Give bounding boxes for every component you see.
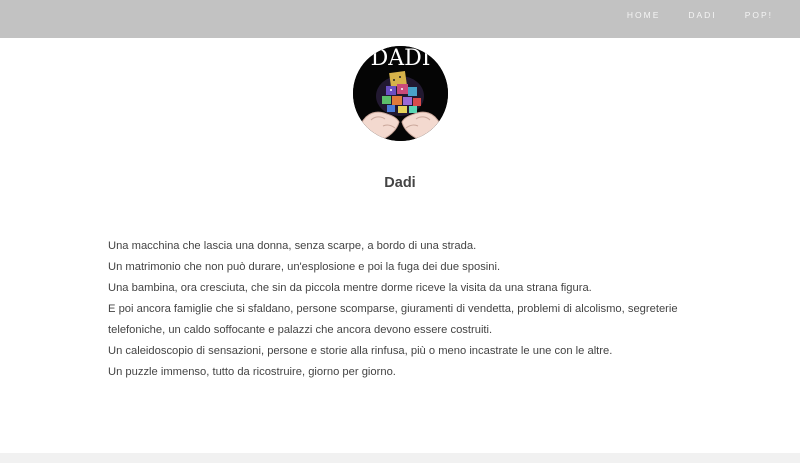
paragraph: Un puzzle immenso, tutto da ricostruire,…: [108, 366, 396, 378]
article-body: Una macchina che lascia una donna, senza…: [108, 236, 708, 383]
nav-link-dadi[interactable]: DADI: [660, 10, 716, 20]
paragraph: Una bambina, ora cresciuta, che sin da p…: [108, 282, 592, 294]
page-title: Dadi: [384, 175, 416, 191]
hands-holding-dice-icon: DADI: [353, 46, 448, 141]
top-nav-bar: HOME DADI POP!: [0, 0, 800, 38]
paragraph: Un caleidoscopio di sensazioni, persone …: [108, 345, 613, 357]
paragraph: E poi ancora famiglie che si sfaldano, p…: [108, 303, 678, 336]
paragraph: Una macchina che lascia una donna, senza…: [108, 240, 477, 252]
footer-bar: [0, 453, 800, 463]
paragraph: Un matrimonio che non può durare, un'esp…: [108, 261, 501, 273]
site-logo-avatar[interactable]: DADI: [353, 46, 448, 141]
logo-text: DADI: [371, 46, 431, 71]
nav-link-home[interactable]: HOME: [599, 10, 661, 20]
main-nav: HOME DADI POP!: [599, 10, 773, 20]
nav-link-pop[interactable]: POP!: [717, 10, 773, 20]
